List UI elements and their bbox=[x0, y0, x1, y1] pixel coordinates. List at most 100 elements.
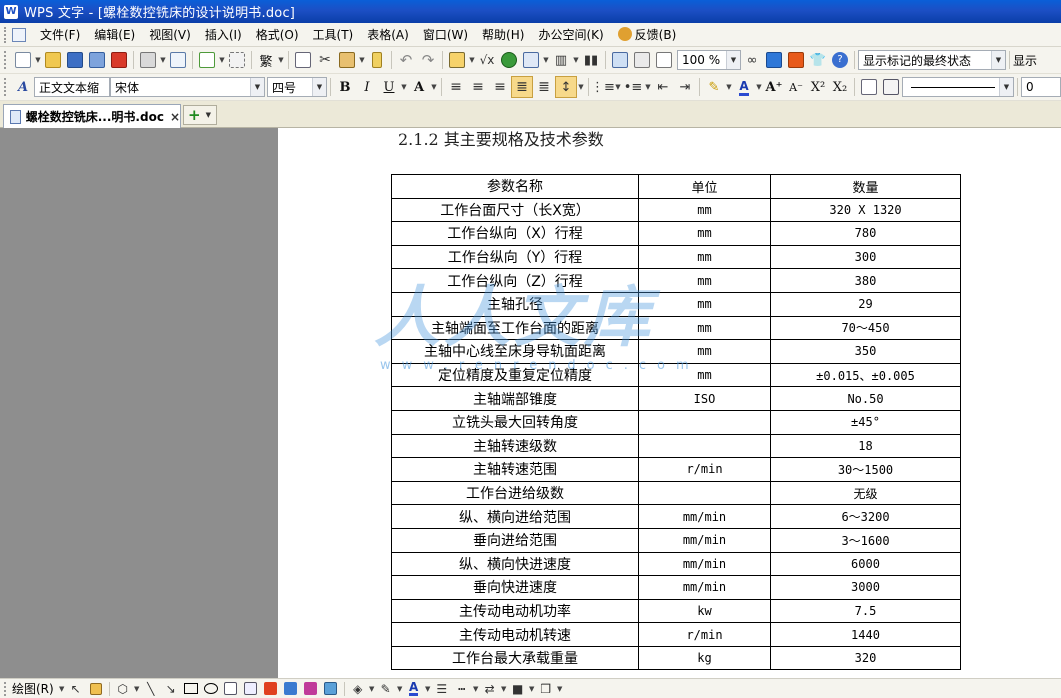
cut-button[interactable]: ✂ bbox=[314, 49, 336, 71]
quantity-cell[interactable]: 6000 bbox=[770, 551, 961, 577]
quantity-cell[interactable]: 3～1600 bbox=[770, 527, 961, 553]
unit-cell[interactable]: mm bbox=[638, 362, 771, 388]
arrow-button[interactable]: ↘ bbox=[161, 680, 181, 698]
unit-cell[interactable]: kg bbox=[638, 645, 771, 671]
wardrobe-button[interactable]: 👕 bbox=[807, 49, 829, 71]
oval-button[interactable] bbox=[201, 680, 221, 698]
menu-help[interactable]: 帮助(H) bbox=[476, 24, 530, 45]
style-select[interactable]: 正文文本缩 bbox=[34, 77, 110, 97]
insert-page-button[interactable] bbox=[196, 49, 218, 71]
quantity-cell[interactable]: ±0.015、±0.005 bbox=[770, 362, 961, 388]
menu-edit[interactable]: 编辑(E) bbox=[88, 24, 141, 45]
quantity-cell[interactable]: 380 bbox=[770, 268, 961, 293]
line-spacing-button[interactable]: ↕ bbox=[555, 76, 577, 98]
unit-cell[interactable]: mm/min bbox=[638, 504, 771, 529]
quantity-cell[interactable]: 18 bbox=[770, 433, 961, 459]
menu-office-space[interactable]: 办公空间(K) bbox=[532, 24, 609, 45]
quantity-cell[interactable]: 3000 bbox=[770, 575, 961, 600]
unit-cell[interactable]: mm bbox=[638, 221, 771, 246]
columns-dropdown[interactable]: ▼ bbox=[572, 56, 580, 64]
param-name-cell[interactable]: 工作台最大承载重量 bbox=[391, 645, 639, 671]
font-color-button[interactable]: A bbox=[733, 76, 755, 98]
arrow-style-button[interactable]: ⇄ bbox=[480, 680, 500, 698]
quantity-cell[interactable]: ±45° bbox=[770, 409, 961, 435]
font-select[interactable]: 宋体 ▼ bbox=[110, 77, 265, 97]
menu-format[interactable]: 格式(O) bbox=[250, 24, 305, 45]
find-button[interactable]: ∞ bbox=[741, 49, 763, 71]
unit-cell[interactable]: mm/min bbox=[638, 551, 771, 577]
new-dropdown-arrow[interactable]: ▼ bbox=[34, 56, 42, 64]
unit-cell[interactable]: mm bbox=[638, 315, 771, 341]
param-name-cell[interactable]: 工作台面尺寸（长X宽） bbox=[391, 197, 639, 223]
borders-button[interactable] bbox=[880, 76, 902, 98]
line-weight-button[interactable]: ☰ bbox=[432, 680, 452, 698]
unit-cell[interactable]: kw bbox=[638, 598, 771, 624]
document-map-button[interactable] bbox=[609, 49, 631, 71]
align-right-button[interactable]: ≡ bbox=[489, 76, 511, 98]
increase-indent-button[interactable]: ⇥ bbox=[674, 76, 696, 98]
redo-button[interactable]: ↷ bbox=[417, 49, 439, 71]
char-shading-dropdown[interactable]: ▼ bbox=[430, 83, 438, 91]
vertical-textbox-button[interactable] bbox=[241, 680, 261, 698]
bold-button[interactable]: B bbox=[334, 76, 356, 98]
fill-color-dropdown[interactable]: ▼ bbox=[368, 685, 376, 693]
export-pdf-button[interactable] bbox=[108, 49, 130, 71]
unit-cell[interactable]: mm/min bbox=[638, 575, 771, 600]
quantity-cell[interactable]: 780 bbox=[770, 221, 961, 246]
superscript-button[interactable]: X² bbox=[807, 76, 829, 98]
unit-cell[interactable]: r/min bbox=[638, 622, 771, 647]
resource-button[interactable] bbox=[785, 49, 807, 71]
paste-button[interactable] bbox=[336, 49, 358, 71]
shadow-dropdown[interactable]: ▼ bbox=[528, 685, 536, 693]
paste-dropdown[interactable]: ▼ bbox=[358, 56, 366, 64]
table-grid-dropdown[interactable]: ▼ bbox=[542, 56, 550, 64]
3d-dropdown[interactable]: ▼ bbox=[556, 685, 564, 693]
hyperlink-button[interactable] bbox=[498, 49, 520, 71]
shrink-font-button[interactable]: A⁻ bbox=[785, 76, 807, 98]
toolbar-grip[interactable] bbox=[4, 78, 8, 96]
menu-window[interactable]: 窗口(W) bbox=[417, 24, 474, 45]
rectangle-button[interactable] bbox=[181, 680, 201, 698]
insert-page-dropdown[interactable]: ▼ bbox=[218, 56, 226, 64]
draw-font-color-dropdown[interactable]: ▼ bbox=[424, 685, 432, 693]
zoom-select[interactable]: 100 % ▼ bbox=[677, 50, 741, 70]
toolbar-grip[interactable] bbox=[4, 681, 8, 696]
copy-button[interactable] bbox=[292, 49, 314, 71]
param-name-cell[interactable]: 主轴端部锥度 bbox=[391, 386, 639, 411]
line-button[interactable]: ╲ bbox=[141, 680, 161, 698]
traditional-chinese-dropdown[interactable]: ▼ bbox=[277, 56, 285, 64]
unit-cell[interactable]: mm bbox=[638, 197, 771, 223]
arrow-style-dropdown[interactable]: ▼ bbox=[500, 685, 508, 693]
clipart-button[interactable] bbox=[301, 680, 321, 698]
subscript-button[interactable]: X₂ bbox=[829, 76, 851, 98]
print-preview-button[interactable] bbox=[167, 49, 189, 71]
char-shading-button[interactable]: A bbox=[408, 76, 430, 98]
align-left-button[interactable]: ≡ bbox=[445, 76, 467, 98]
numbering-dropdown[interactable]: ▼ bbox=[614, 83, 622, 91]
param-name-cell[interactable]: 工作台纵向（Z）行程 bbox=[391, 268, 639, 293]
line-color-dropdown[interactable]: ▼ bbox=[396, 685, 404, 693]
param-name-cell[interactable]: 垂向快进速度 bbox=[391, 575, 639, 600]
toolbar-grip[interactable] bbox=[4, 51, 8, 69]
param-name-cell[interactable]: 纵、横向进给范围 bbox=[391, 504, 639, 529]
styles-pane-button[interactable]: A bbox=[12, 76, 34, 98]
chart-button[interactable]: ▮▮ bbox=[580, 49, 602, 71]
document-page[interactable]: 2.1.2 其主要规格及技术参数 参数名称 单位 数量 工作台面尺寸（长X宽） m… bbox=[278, 128, 1061, 678]
decrease-indent-button[interactable]: ⇤ bbox=[652, 76, 674, 98]
param-name-cell[interactable]: 主传动电动机转速 bbox=[391, 622, 639, 647]
param-name-cell[interactable]: 纵、横向快进速度 bbox=[391, 551, 639, 577]
page-view-button[interactable] bbox=[653, 49, 675, 71]
distributed-align-button[interactable]: ≣ bbox=[533, 76, 555, 98]
new-document-button[interactable] bbox=[12, 49, 34, 71]
shapes-button[interactable]: ⬡ bbox=[113, 680, 133, 698]
unit-cell[interactable] bbox=[638, 480, 771, 506]
justify-button[interactable]: ≣ bbox=[511, 76, 533, 98]
param-name-cell[interactable]: 工作台纵向（X）行程 bbox=[391, 221, 639, 246]
open-button[interactable] bbox=[42, 49, 64, 71]
unit-cell[interactable]: mm bbox=[638, 339, 771, 364]
menu-table[interactable]: 表格(A) bbox=[361, 24, 415, 45]
quantity-cell[interactable]: 29 bbox=[770, 291, 961, 317]
track-changes-select[interactable]: 显示标记的最终状态 ▼ bbox=[858, 50, 1006, 70]
help-button[interactable]: ? bbox=[829, 49, 851, 71]
diagram-button[interactable] bbox=[281, 680, 301, 698]
